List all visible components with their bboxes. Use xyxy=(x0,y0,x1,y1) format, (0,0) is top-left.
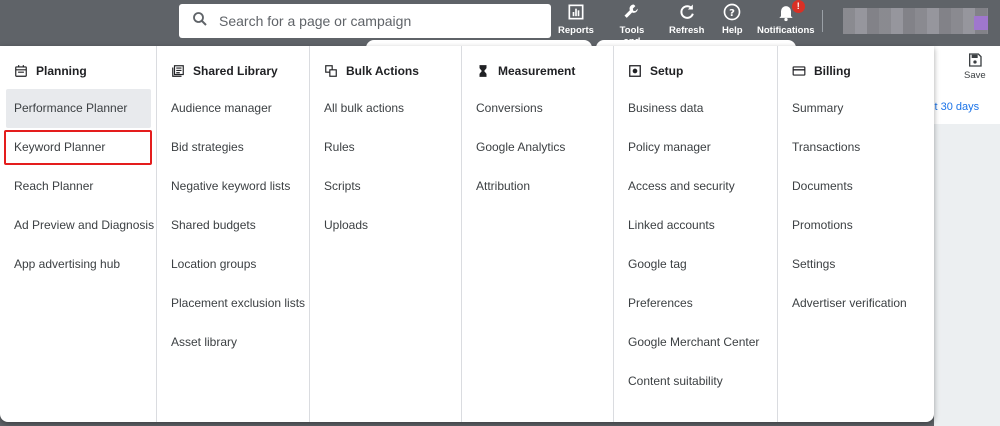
menu-heading-measurement: Measurement xyxy=(462,56,613,86)
menu-item-conversions[interactable]: Conversions xyxy=(462,89,613,128)
reports-button[interactable]: Reports xyxy=(558,2,594,36)
notifications-label: Notifications xyxy=(757,25,815,36)
menu-item-audience-manager[interactable]: Audience manager xyxy=(157,89,309,128)
menu-item-negative-keyword-lists[interactable]: Negative keyword lists xyxy=(157,167,309,206)
account-info-redacted[interactable] xyxy=(843,8,988,34)
menu-heading-label: Planning xyxy=(36,64,87,78)
setup-icon xyxy=(629,65,641,77)
search-icon xyxy=(191,10,209,33)
menu-item-advertiser-verification[interactable]: Advertiser verification xyxy=(778,284,934,323)
menu-item-attribution[interactable]: Attribution xyxy=(462,167,613,206)
menu-item-keyword-planner[interactable]: Keyword Planner xyxy=(4,128,152,167)
menu-item-transactions[interactable]: Transactions xyxy=(778,128,934,167)
menu-item-placement-exclusion-lists[interactable]: Placement exclusion lists xyxy=(157,284,309,323)
menu-heading-billing: Billing xyxy=(778,56,934,86)
menu-item-ad-preview[interactable]: Ad Preview and Diagnosis xyxy=(0,206,156,245)
menu-heading-label: Setup xyxy=(650,64,684,78)
save-button[interactable]: Save xyxy=(964,52,986,81)
refresh-label: Refresh xyxy=(669,25,705,36)
menu-item-content-suitability[interactable]: Content suitability xyxy=(614,362,777,401)
menu-heading-shared-library: Shared Library xyxy=(157,56,309,86)
menu-column-billing: Billing Summary Transactions Documents P… xyxy=(777,46,934,422)
menu-heading-label: Measurement xyxy=(498,64,576,78)
menu-item-google-analytics[interactable]: Google Analytics xyxy=(462,128,613,167)
menu-column-measurement: Measurement Conversions Google Analytics… xyxy=(461,46,613,422)
calendar-icon xyxy=(15,65,27,77)
credit-card-icon xyxy=(792,66,806,76)
menu-heading-label: Bulk Actions xyxy=(346,64,419,78)
menu-item-all-bulk-actions[interactable]: All bulk actions xyxy=(310,89,461,128)
search-input[interactable] xyxy=(219,13,519,29)
reports-label: Reports xyxy=(558,25,594,36)
menu-column-setup: Setup Business data Policy manager Acces… xyxy=(613,46,777,422)
account-avatar xyxy=(974,16,988,30)
menu-item-uploads[interactable]: Uploads xyxy=(310,206,461,245)
menu-item-access-and-security[interactable]: Access and security xyxy=(614,167,777,206)
menu-item-google-merchant-center[interactable]: Google Merchant Center xyxy=(614,323,777,362)
menu-item-performance-planner[interactable]: Performance Planner xyxy=(6,89,151,128)
search-box[interactable] xyxy=(179,4,551,38)
bulk-copy-icon xyxy=(325,65,337,77)
menu-item-preferences[interactable]: Preferences xyxy=(614,284,777,323)
save-icon xyxy=(968,53,982,67)
menu-item-rules[interactable]: Rules xyxy=(310,128,461,167)
date-range-selector[interactable]: st 30 days xyxy=(929,101,979,113)
menu-item-summary[interactable]: Summary xyxy=(778,89,934,128)
menu-item-reach-planner[interactable]: Reach Planner xyxy=(0,167,156,206)
top-header-bar: Reports Tools and settings Refresh ? Hel… xyxy=(0,0,1000,58)
refresh-button[interactable]: Refresh xyxy=(669,2,704,36)
table-area xyxy=(934,124,1000,426)
menu-column-shared-library: Shared Library Audience manager Bid stra… xyxy=(156,46,309,422)
help-button[interactable]: ? Help xyxy=(722,2,743,36)
menu-item-shared-budgets[interactable]: Shared budgets xyxy=(157,206,309,245)
menu-item-bid-strategies[interactable]: Bid strategies xyxy=(157,128,309,167)
menu-column-bulk-actions: Bulk Actions All bulk actions Rules Scri… xyxy=(309,46,461,422)
menu-item-settings[interactable]: Settings xyxy=(778,245,934,284)
menu-item-promotions[interactable]: Promotions xyxy=(778,206,934,245)
menu-item-asset-library[interactable]: Asset library xyxy=(157,323,309,362)
help-icon: ? xyxy=(722,2,742,22)
menu-heading-planning: Planning xyxy=(0,56,156,86)
notifications-button[interactable]: ! Notifications xyxy=(757,0,815,36)
menu-item-location-groups[interactable]: Location groups xyxy=(157,245,309,284)
menu-column-planning: Planning Performance Planner Keyword Pla… xyxy=(0,46,156,422)
menu-item-scripts[interactable]: Scripts xyxy=(310,167,461,206)
wrench-icon xyxy=(622,2,642,22)
reports-icon xyxy=(566,2,586,22)
bell-icon: ! xyxy=(776,0,805,22)
menu-item-policy-manager[interactable]: Policy manager xyxy=(614,128,777,167)
save-label: Save xyxy=(964,70,986,81)
menu-heading-label: Billing xyxy=(814,64,851,78)
tools-and-settings-menu: Planning Performance Planner Keyword Pla… xyxy=(0,46,934,422)
menu-item-google-tag[interactable]: Google tag xyxy=(614,245,777,284)
menu-item-linked-accounts[interactable]: Linked accounts xyxy=(614,206,777,245)
menu-heading-setup: Setup xyxy=(614,56,777,86)
menu-item-app-advertising-hub[interactable]: App advertising hub xyxy=(0,245,156,284)
menu-item-documents[interactable]: Documents xyxy=(778,167,934,206)
help-label: Help xyxy=(722,25,743,36)
menu-heading-label: Shared Library xyxy=(193,64,278,78)
header-divider xyxy=(822,10,823,32)
refresh-icon xyxy=(677,2,697,22)
menu-heading-bulk-actions: Bulk Actions xyxy=(310,56,461,86)
hourglass-icon xyxy=(479,65,487,77)
svg-text:?: ? xyxy=(729,8,735,19)
library-icon xyxy=(172,65,184,77)
notification-badge: ! xyxy=(791,0,805,13)
menu-item-business-data[interactable]: Business data xyxy=(614,89,777,128)
